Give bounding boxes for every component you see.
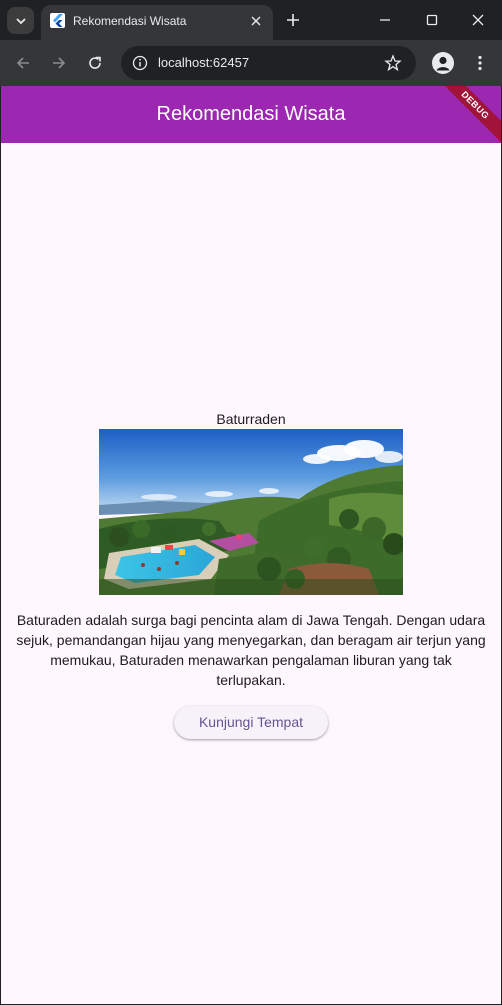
url-text[interactable]: localhost:62457 [158, 55, 249, 70]
main-content: Baturraden Baturaden adalah surga bagi p… [1, 143, 501, 1004]
tab-strip: Rekomendasi Wisata [0, 0, 502, 40]
browser-tab[interactable]: Rekomendasi Wisata [41, 5, 273, 40]
tab-title: Rekomendasi Wisata [73, 14, 187, 28]
profile-avatar-icon[interactable] [432, 52, 454, 74]
info-icon[interactable] [132, 55, 148, 71]
flutter-icon [50, 13, 65, 28]
close-icon[interactable] [248, 13, 264, 29]
place-description: Baturaden adalah surga bagi pencinta ala… [16, 612, 486, 688]
app-title: Rekomendasi Wisata [156, 103, 346, 125]
forward-arrow-icon[interactable] [49, 53, 69, 73]
new-tab-plus-icon[interactable] [283, 10, 303, 30]
address-bar[interactable]: localhost:62457 [121, 46, 416, 80]
browser-window: Rekomendasi Wisata localhost:62457 Rekom… [0, 0, 502, 1005]
reload-icon[interactable] [85, 53, 105, 73]
browser-toolbar: localhost:62457 [0, 40, 502, 86]
web-page: Rekomendasi Wisata DEBUG Baturraden Batu… [1, 86, 501, 1004]
place-name: Baturraden [216, 411, 286, 427]
tab-search-button[interactable] [7, 7, 34, 34]
back-arrow-icon[interactable] [13, 53, 33, 73]
chevron-down-icon [15, 17, 26, 24]
window-close-icon[interactable] [468, 10, 488, 30]
minimize-icon[interactable] [375, 10, 395, 30]
place-photo [99, 429, 403, 595]
star-icon[interactable] [384, 54, 402, 72]
maximize-icon[interactable] [422, 10, 442, 30]
more-vert-icon[interactable] [470, 53, 490, 73]
visit-place-button[interactable]: Kunjungi Tempat [174, 706, 328, 739]
app-bar: Rekomendasi Wisata DEBUG [1, 86, 501, 147]
